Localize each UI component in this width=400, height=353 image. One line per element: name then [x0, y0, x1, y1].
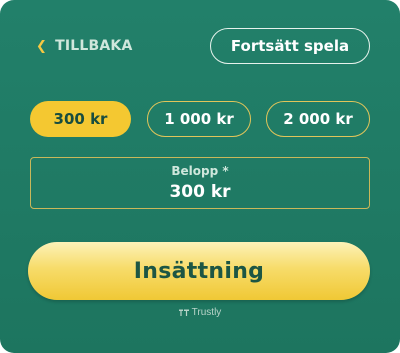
trustly-logo-icon	[178, 309, 189, 316]
chevron-left-icon: ❮	[36, 38, 48, 54]
amount-input[interactable]: Belopp * 300 kr	[30, 157, 370, 209]
trustly-badge: Trustly	[0, 305, 400, 319]
amount-input-label: Belopp *	[171, 163, 229, 178]
trustly-label: Trustly	[191, 306, 222, 318]
deposit-button[interactable]: Insättning	[28, 242, 370, 300]
deposit-panel: ❮ TILLBAKA Fortsätt spela 300 kr 1 000 k…	[0, 0, 400, 353]
back-link-label: TILLBAKA	[55, 38, 133, 54]
amount-option-2000[interactable]: 2 000 kr	[266, 101, 370, 137]
amount-input-value[interactable]: 300 kr	[169, 181, 230, 203]
amount-option-300[interactable]: 300 kr	[30, 101, 131, 137]
back-link[interactable]: ❮ TILLBAKA	[36, 36, 132, 56]
continue-playing-button[interactable]: Fortsätt spela	[210, 28, 370, 64]
amount-option-1000[interactable]: 1 000 kr	[147, 101, 251, 137]
